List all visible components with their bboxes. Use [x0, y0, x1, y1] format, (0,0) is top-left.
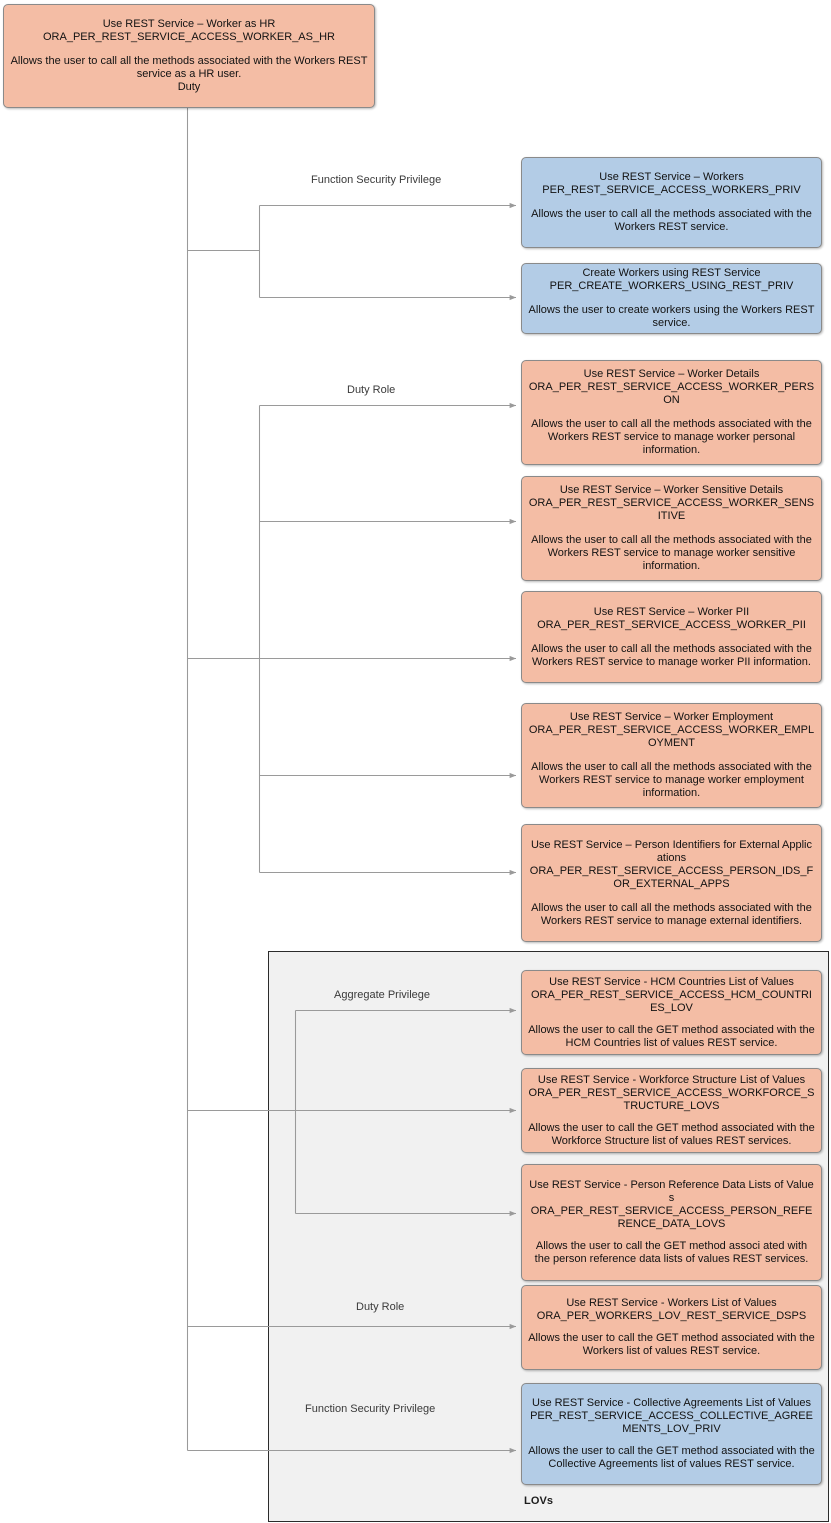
node-title: Use REST Service - Person Reference Data…	[529, 1179, 814, 1230]
node-title: Use REST Service - Collective Agreements…	[530, 1397, 813, 1435]
edge-label-function-security-privilege-1: Function Security Privilege	[311, 174, 442, 186]
node-ora-per-rest-service-access-worker-employment[interactable]: Use REST Service – Worker Employment ORA_…	[521, 703, 822, 808]
node-description: Allows the user to call the GET method a…	[528, 1445, 815, 1470]
node-description: Allows the user to call the GET method a…	[528, 1121, 815, 1147]
node-ora-per-rest-service-access-person-reference-data-lovs[interactable]: Use REST Service - Person Reference Data…	[521, 1164, 822, 1281]
diagram-canvas: LOVs Use REST Service – Worker as HR ORA…	[0, 0, 831, 1523]
node-title: Use REST Service - Workforce Structure L…	[528, 1073, 815, 1112]
node-description: Allows the user to call all the methods …	[531, 208, 812, 233]
node-title: Use REST Service – Workers PER_REST_SERVI…	[542, 171, 801, 196]
node-ora-per-rest-service-access-worker-pii[interactable]: Use REST Service – Worker PII ORA_PER_RES…	[521, 591, 822, 683]
node-title: Use REST Service – Person Identifiers fo…	[529, 838, 814, 890]
node-title: Use REST Service – Worker PII ORA_PER_RES…	[537, 605, 806, 631]
node-description: Allows the user to call all the methods …	[531, 534, 812, 572]
edge-label-duty-role-2: Duty Role	[356, 1301, 405, 1313]
node-description: Allows the user to call all the methods …	[531, 761, 812, 799]
node-root-worker-as-hr[interactable]: Use REST Service – Worker as HR ORA_PER_R…	[3, 4, 375, 108]
node-title: Use REST Service - HCM Countries List of…	[531, 975, 812, 1014]
node-description: Allows the user to create workers using …	[528, 304, 815, 329]
node-description: Allows the user to call all the methods …	[531, 642, 812, 668]
node-description: Allows the user to call all the methods …	[531, 418, 812, 456]
node-description: Allows the user to call the GET method a…	[528, 1023, 815, 1049]
node-title: Use REST Service – Worker Details ORA_PER…	[528, 368, 815, 406]
node-per-rest-service-access-workers-priv[interactable]: Use REST Service – Workers PER_REST_SERVI…	[521, 157, 822, 248]
node-title: Use REST Service – Worker as HR ORA_PER_R…	[42, 18, 335, 43]
node-per-rest-service-access-collective-agreements-lov-priv[interactable]: Use REST Service - Collective Agreements…	[521, 1383, 822, 1485]
node-title: Use REST Service – Worker Employment ORA_…	[528, 711, 815, 749]
node-ora-per-rest-service-access-person-ids-for-external-apps[interactable]: Use REST Service – Person Identifiers fo…	[521, 824, 822, 942]
node-description: Allows the user to call the GET method a…	[528, 1332, 815, 1357]
node-description: Allows the user to call the GET method a…	[534, 1240, 809, 1265]
node-ora-per-workers-lov-rest-service-dsps[interactable]: Use REST Service - Workers List of Value…	[521, 1285, 822, 1370]
node-ora-per-rest-service-access-worker-sensitive[interactable]: Use REST Service – Worker Sensitive Deta…	[521, 476, 822, 581]
edge-label-aggregate-privilege: Aggregate Privilege	[334, 989, 431, 1001]
node-description: Allows the user to call all the methods …	[531, 901, 812, 927]
node-description: Allows the user to call all the methods …	[10, 55, 368, 93]
edge-label-function-security-privilege-2: Function Security Privilege	[305, 1403, 436, 1415]
edge-label-duty-role-1: Duty Role	[347, 384, 396, 396]
node-per-create-workers-using-rest-priv[interactable]: Create Workers using REST Service PER_CRE…	[521, 263, 822, 334]
node-ora-per-rest-service-access-workforce-structure-lovs[interactable]: Use REST Service - Workforce Structure L…	[521, 1068, 822, 1153]
node-title: Use REST Service – Worker Sensitive Deta…	[528, 484, 815, 522]
node-title: Use REST Service - Workers List of Value…	[536, 1297, 807, 1322]
node-title: Create Workers using REST Service PER_CRE…	[549, 267, 794, 292]
node-ora-per-rest-service-access-hcm-countries-lov[interactable]: Use REST Service - HCM Countries List of…	[521, 970, 822, 1055]
node-ora-per-rest-service-access-worker-person[interactable]: Use REST Service – Worker Details ORA_PER…	[521, 360, 822, 465]
